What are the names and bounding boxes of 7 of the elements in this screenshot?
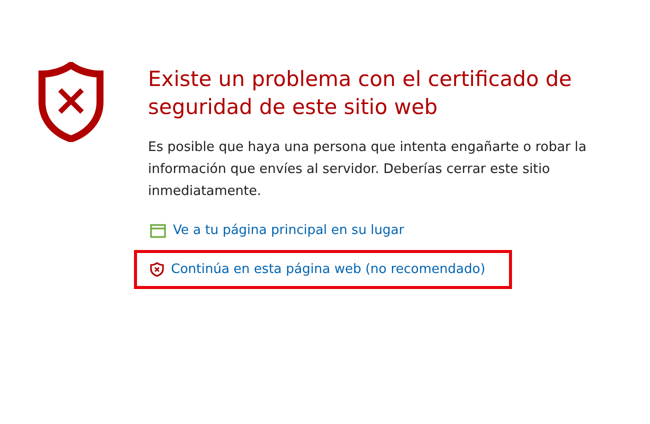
link[interactable]: Continúa en esta página web (no recomendado) bbox=[171, 262, 486, 277]
window-icon bbox=[150, 224, 166, 238]
link[interactable]: Ve a tu página principal en su lugar bbox=[173, 223, 404, 238]
shield-icon bbox=[38, 62, 104, 142]
shield-icon bbox=[150, 262, 164, 277]
warning-message: Es posible que haya una persona que intenta engañarte o robar la información que envíes al servidor. Deberías cerrar este sitio inmediatamente. bbox=[148, 139, 588, 201]
warning-title: Existe un problema con el certificado de seguridad de este sitio web bbox=[148, 66, 573, 121]
